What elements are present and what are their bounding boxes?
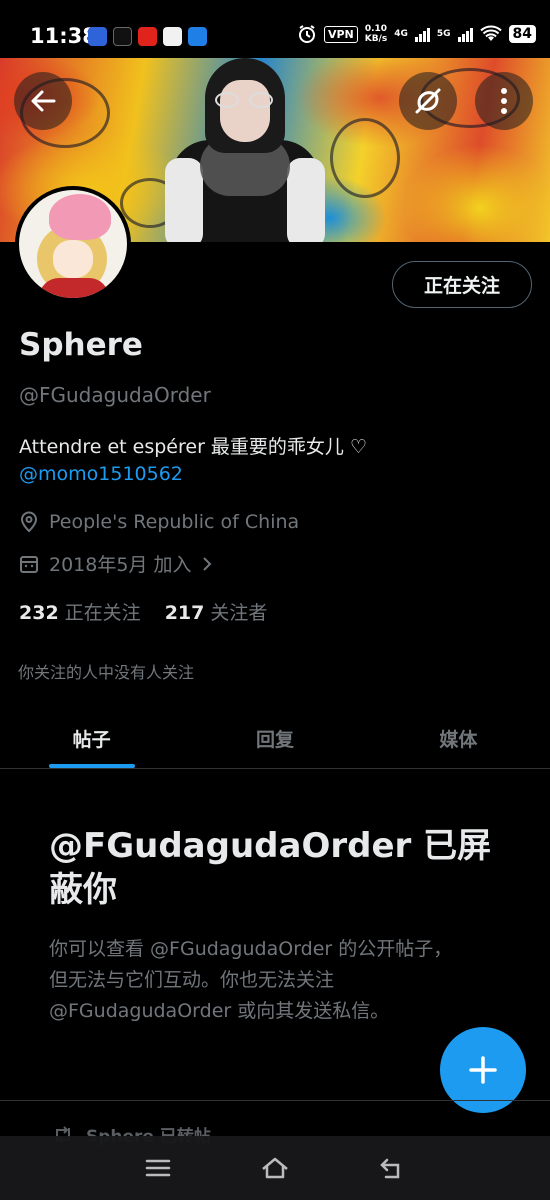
- battery-indicator: 84: [508, 25, 536, 43]
- join-date-text: 2018年5月 加入: [49, 554, 192, 576]
- status-time: 11:38: [30, 24, 97, 48]
- app-notification-icon: [138, 27, 157, 46]
- notification-icons: [88, 27, 207, 46]
- profile-name: Sphere: [19, 327, 143, 363]
- status-bar: 11:38 VPN 0.10 KB/s 4G 5G 84: [0, 0, 550, 62]
- alarm-icon: [298, 25, 315, 43]
- divider: [0, 1100, 550, 1101]
- calendar-icon: [20, 555, 38, 573]
- tiktok-icon: [113, 27, 132, 46]
- blocked-description: 你可以查看 @FGudagudaOrder 的公开帖子，但无法与它们互动。你也无…: [49, 938, 453, 1022]
- recent-apps-button[interactable]: [128, 1143, 188, 1193]
- bio-mention-link[interactable]: @momo1510562: [19, 463, 183, 485]
- chevron-right-icon: [203, 556, 212, 571]
- followers-count-link[interactable]: 217 关注者: [165, 598, 268, 625]
- network-type-1: 4G: [394, 29, 408, 39]
- profile-bio: Attendre et espérer 最重要的乖女儿 ♡: [19, 436, 368, 458]
- following-count-link[interactable]: 232 正在关注: [19, 598, 141, 625]
- app-notification-icon: [88, 27, 107, 46]
- followed-by-note: 你关注的人中没有人关注: [18, 663, 195, 682]
- avatar[interactable]: [15, 186, 131, 302]
- profile-handle: @FGudagudaOrder: [19, 383, 211, 407]
- sync-button[interactable]: [399, 72, 457, 130]
- system-nav-bar: [0, 1136, 550, 1200]
- tab-replies[interactable]: 回复: [183, 708, 366, 768]
- sync-icon: [415, 88, 441, 114]
- status-indicators: VPN 0.10 KB/s 4G 5G 84: [297, 24, 536, 44]
- blocked-title: @FGudagudaOrder 已屏蔽你: [49, 826, 492, 910]
- menu-icon: [146, 1159, 171, 1177]
- profile-tabs: 帖子 回复 媒体: [0, 708, 550, 769]
- app-notification-icon: [163, 27, 182, 46]
- network-speed: 0.10 KB/s: [364, 24, 388, 44]
- location-pin-icon: [20, 511, 38, 533]
- arrow-left-icon: [31, 90, 56, 112]
- following-button[interactable]: 正在关注: [392, 261, 532, 308]
- signal-icon: [414, 26, 430, 42]
- follow-counts: 232 正在关注 217 关注者: [19, 598, 267, 625]
- active-tab-indicator: [49, 764, 135, 768]
- location-text: People's Republic of China: [49, 511, 300, 533]
- tab-posts[interactable]: 帖子: [0, 708, 183, 768]
- network-type-2: 5G: [436, 29, 451, 39]
- home-icon: [262, 1157, 288, 1179]
- vpn-badge: VPN: [323, 25, 358, 43]
- banner-photo-subject: [165, 58, 325, 242]
- signal-icon: [457, 26, 473, 42]
- plus-icon: [469, 1056, 497, 1084]
- profile-join-date[interactable]: 2018年5月 加入: [19, 550, 213, 577]
- home-button[interactable]: [245, 1143, 305, 1193]
- app-notification-icon: [188, 27, 207, 46]
- system-back-button[interactable]: [362, 1143, 422, 1193]
- profile-location: People's Republic of China: [19, 511, 299, 533]
- tab-media[interactable]: 媒体: [367, 708, 550, 768]
- wifi-icon: [479, 25, 502, 41]
- back-icon: [379, 1158, 399, 1179]
- back-button[interactable]: [14, 72, 72, 130]
- more-vertical-icon: [501, 88, 507, 114]
- more-options-button[interactable]: [475, 72, 533, 130]
